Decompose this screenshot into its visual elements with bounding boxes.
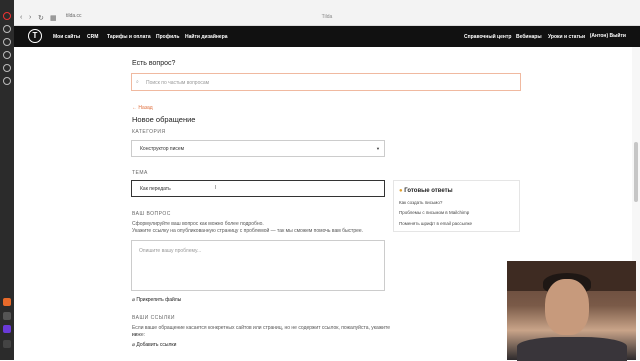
search-heading: Есть вопрос? bbox=[132, 60, 176, 67]
add-links-label: Добавить ссылки bbox=[136, 342, 177, 348]
nav-my-sites[interactable]: Мои сайты bbox=[53, 34, 80, 40]
topic-input[interactable]: Как передать I bbox=[131, 180, 385, 197]
add-links-link[interactable]: ⌀ Добавить ссылки bbox=[132, 342, 176, 349]
ready-answers-title: ● Готовые ответы bbox=[399, 188, 453, 194]
ready-answer-item[interactable]: Проблемы с письмом в Mailchimp bbox=[399, 210, 469, 215]
ready-answer-item[interactable]: Поменять шрифт в email рассылке bbox=[399, 221, 472, 226]
question-placeholder: Опишите вашу проблему... bbox=[139, 248, 202, 254]
webcam-face bbox=[545, 279, 589, 335]
text-cursor-icon: I bbox=[215, 185, 217, 191]
opera-logo-icon[interactable] bbox=[3, 12, 11, 20]
messenger-icon[interactable] bbox=[3, 38, 11, 46]
links-hint-1: Если ваше обращение касается конкретных … bbox=[132, 325, 390, 338]
nav-help-center[interactable]: Справочный центр bbox=[464, 34, 511, 40]
nav-profile[interactable]: Профиль bbox=[156, 34, 179, 40]
category-label: КАТЕГОРИЯ bbox=[132, 129, 166, 135]
nav-account-logout[interactable]: (Антон) Выйти bbox=[590, 33, 626, 39]
links-hint-2: ниже: bbox=[132, 332, 146, 338]
webcam-overlay bbox=[507, 261, 636, 361]
whatsapp-icon[interactable] bbox=[3, 25, 11, 33]
paperclip-icon: ⌀ bbox=[132, 297, 136, 303]
browser-toolbar: ‹ › ↻ ▦ tilda.cc Tilda bbox=[14, 10, 640, 26]
attach-files-label: Прикрепить файлы bbox=[136, 297, 182, 303]
category-value: Конструктор писем bbox=[140, 146, 185, 152]
attach-files-link[interactable]: ⌀ Прикрепить файлы bbox=[132, 297, 181, 304]
nav-tariffs[interactable]: Тарифы и оплата bbox=[107, 34, 151, 40]
question-label: ВАШ ВОПРОС bbox=[132, 211, 171, 217]
back-link[interactable]: ← Назад bbox=[132, 105, 153, 112]
topic-label: ТЕМА bbox=[132, 170, 148, 176]
question-hint-2: Укажите ссылку на опубликованную страниц… bbox=[132, 228, 364, 234]
nav-lessons[interactable]: Уроки и статьи bbox=[548, 34, 585, 40]
ready-answers-panel: ● Готовые ответы Как создать письмо? Про… bbox=[393, 180, 520, 232]
chevron-down-icon: ▼ bbox=[376, 146, 380, 151]
page-title: Tilda bbox=[321, 14, 333, 20]
scrollbar-thumb[interactable] bbox=[634, 142, 638, 202]
ready-answer-item[interactable]: Как создать письмо? bbox=[399, 200, 442, 205]
nav-crm[interactable]: CRM bbox=[87, 34, 98, 40]
question-hint-1: Сформулируйте ваш вопрос как можно более… bbox=[132, 221, 264, 227]
search-placeholder: Поиск по частым вопросам bbox=[146, 80, 210, 86]
add-icon[interactable] bbox=[3, 312, 11, 320]
history-icon[interactable] bbox=[3, 64, 11, 72]
link-icon: ⌀ bbox=[132, 342, 136, 348]
webcam-shirt bbox=[517, 337, 627, 361]
telegram-icon[interactable] bbox=[3, 51, 11, 59]
speed-dial-icon[interactable] bbox=[3, 77, 11, 85]
category-select[interactable]: Конструктор писем ▼ bbox=[131, 140, 385, 157]
question-textarea[interactable]: Опишите вашу проблему... bbox=[131, 240, 385, 291]
search-input[interactable]: ⌕ Поиск по частым вопросам bbox=[131, 73, 521, 91]
search-icon: ⌕ bbox=[136, 79, 139, 85]
ready-answers-title-text: Готовые ответы bbox=[404, 188, 453, 194]
form-title: Новое обращение bbox=[132, 115, 196, 124]
more-icon[interactable] bbox=[3, 340, 11, 348]
top-navigation: T Мои сайты CRM Тарифы и оплата Профиль … bbox=[14, 26, 640, 47]
nav-webinars[interactable]: Вебинары bbox=[516, 34, 542, 40]
tilda-logo[interactable]: T bbox=[28, 29, 42, 43]
vpn-icon[interactable] bbox=[3, 325, 11, 333]
topic-value: Как передать bbox=[140, 186, 171, 192]
nav-find-designer[interactable]: Найти дизайнера bbox=[185, 34, 228, 40]
extension-icon[interactable] bbox=[3, 298, 11, 306]
browser-sidebar bbox=[0, 0, 14, 360]
lightbulb-icon: ● bbox=[399, 188, 403, 194]
links-label: ВАШИ ССЫЛКИ bbox=[132, 315, 176, 321]
tab-strip bbox=[14, 0, 640, 10]
